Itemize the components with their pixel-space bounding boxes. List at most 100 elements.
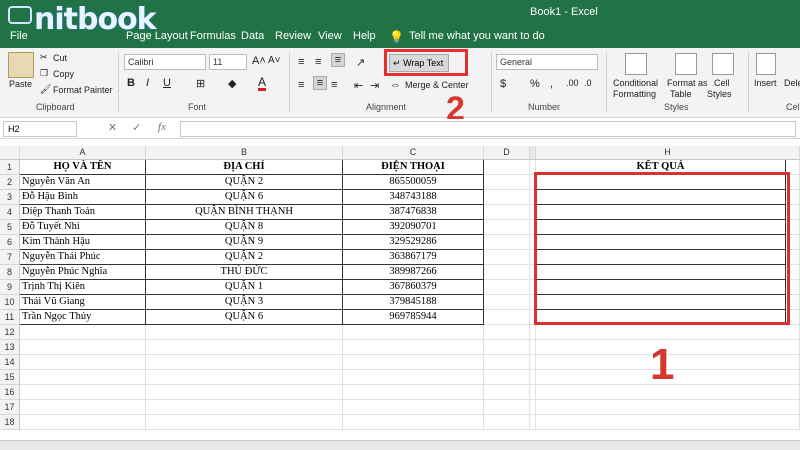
row-header[interactable]: 15	[0, 370, 20, 385]
row-header[interactable]: 12	[0, 325, 20, 340]
enter-icon[interactable]: ✓	[132, 121, 141, 134]
cell-dien-thoai[interactable]: 865500059	[343, 175, 484, 190]
delete-cells-button[interactable]: Dele	[784, 78, 800, 88]
cell-ho-ten[interactable]: Trần Ngọc Thủy	[20, 310, 146, 325]
cell-styles-icon[interactable]	[712, 53, 734, 75]
column-header-d[interactable]: D	[484, 146, 530, 160]
row-header[interactable]: 3	[0, 190, 20, 205]
row-header[interactable]: 9	[0, 280, 20, 295]
header-dia-chi[interactable]: ĐỊA CHỈ	[146, 160, 343, 175]
empty-cell[interactable]	[484, 280, 530, 295]
column-header-c[interactable]: C	[343, 146, 484, 160]
column-header-h[interactable]: H	[536, 146, 800, 160]
empty-cell[interactable]	[484, 235, 530, 250]
number-format-select[interactable]: General	[496, 54, 598, 70]
cell-styles-label[interactable]: Cell	[714, 78, 730, 88]
empty-cell[interactable]	[536, 400, 800, 415]
empty-cell[interactable]	[484, 175, 530, 190]
align-bottom-icon[interactable]: ≡	[331, 53, 345, 67]
conditional-formatting-label2[interactable]: Formatting	[613, 89, 656, 99]
empty-cell[interactable]	[484, 220, 530, 235]
empty-cell[interactable]	[146, 400, 343, 415]
empty-cell[interactable]	[536, 415, 800, 430]
insert-function-icon[interactable]: fx	[158, 121, 166, 133]
cell-ho-ten[interactable]: Nguyễn Văn An	[20, 175, 146, 190]
empty-cell[interactable]	[343, 415, 484, 430]
header-dien-thoai[interactable]: ĐIỆN THOẠI	[343, 160, 484, 175]
row-header[interactable]: 1	[0, 160, 20, 175]
format-painter-icon[interactable]: 🖌	[40, 84, 51, 95]
shrink-font-icon[interactable]: A˅	[268, 55, 281, 66]
copy-button[interactable]: Copy	[53, 69, 74, 79]
currency-icon[interactable]: $	[500, 78, 506, 90]
empty-cell[interactable]	[146, 370, 343, 385]
empty-cell[interactable]	[146, 415, 343, 430]
row-header[interactable]: 13	[0, 340, 20, 355]
grow-font-icon[interactable]: A˄	[252, 55, 266, 67]
empty-cell[interactable]	[484, 250, 530, 265]
empty-cell[interactable]	[146, 385, 343, 400]
empty-cell[interactable]	[484, 205, 530, 220]
empty-cell[interactable]	[343, 370, 484, 385]
cell-dia-chi[interactable]: QUẬN BÌNH THẠNH	[146, 205, 343, 220]
empty-cell[interactable]	[146, 340, 343, 355]
row-header[interactable]: 8	[0, 265, 20, 280]
cell-dia-chi[interactable]: QUẬN 2	[146, 175, 343, 190]
cell-dien-thoai[interactable]: 969785944	[343, 310, 484, 325]
cell-dien-thoai[interactable]: 392090701	[343, 220, 484, 235]
insert-cells-icon[interactable]	[756, 53, 776, 75]
empty-cell[interactable]	[484, 190, 530, 205]
conditional-formatting-label[interactable]: Conditional	[613, 78, 658, 88]
tell-me-search[interactable]: Tell me what you want to do	[409, 30, 545, 42]
empty-cell[interactable]	[536, 325, 800, 340]
column-header-a[interactable]: A	[20, 146, 146, 160]
empty-cell[interactable]	[484, 160, 530, 175]
align-center-icon[interactable]: ≡	[313, 76, 327, 90]
menu-view[interactable]: View	[318, 30, 342, 42]
row-header[interactable]: 4	[0, 205, 20, 220]
row-header[interactable]: 16	[0, 385, 20, 400]
merge-center-icon[interactable]: ⇔	[390, 79, 401, 91]
empty-cell[interactable]	[343, 340, 484, 355]
format-as-table-label[interactable]: Format as	[667, 78, 708, 88]
menu-review[interactable]: Review	[275, 30, 311, 42]
cell-ho-ten[interactable]: Nguyễn Thái Phúc	[20, 250, 146, 265]
empty-cell[interactable]	[146, 355, 343, 370]
cell-dia-chi[interactable]: QUẬN 1	[146, 280, 343, 295]
empty-cell[interactable]	[343, 355, 484, 370]
decrease-indent-icon[interactable]: ⇤	[354, 79, 363, 92]
paste-button[interactable]: Paste	[9, 79, 32, 89]
conditional-formatting-icon[interactable]	[625, 53, 647, 75]
cell-dia-chi[interactable]: QUẬN 8	[146, 220, 343, 235]
underline-icon[interactable]: U	[163, 77, 171, 89]
empty-cell[interactable]	[20, 400, 146, 415]
insert-cells-button[interactable]: Insert	[754, 78, 777, 88]
empty-cell[interactable]	[20, 415, 146, 430]
menu-formulas[interactable]: Formulas	[190, 30, 236, 42]
cell-ho-ten[interactable]: Thái Vũ Giang	[20, 295, 146, 310]
cell-dia-chi[interactable]: QUẬN 3	[146, 295, 343, 310]
paste-icon[interactable]	[8, 52, 34, 78]
cell-dien-thoai[interactable]: 379845188	[343, 295, 484, 310]
empty-cell[interactable]	[343, 400, 484, 415]
row-header[interactable]: 6	[0, 235, 20, 250]
cell-dien-thoai[interactable]: 367860379	[343, 280, 484, 295]
row-header[interactable]: 5	[0, 220, 20, 235]
cell-dien-thoai[interactable]: 389987266	[343, 265, 484, 280]
row-header[interactable]: 11	[0, 310, 20, 325]
align-middle-icon[interactable]: ≡	[315, 56, 321, 68]
bold-icon[interactable]: B	[127, 77, 135, 89]
cell-styles-label2[interactable]: Styles	[707, 89, 732, 99]
select-all-corner[interactable]	[0, 146, 20, 160]
empty-cell[interactable]	[20, 385, 146, 400]
empty-cell[interactable]	[484, 340, 530, 355]
row-header[interactable]: 7	[0, 250, 20, 265]
empty-cell[interactable]	[20, 355, 146, 370]
cell-dia-chi[interactable]: THỦ ĐỨC	[146, 265, 343, 280]
cell-dia-chi[interactable]: QUẬN 9	[146, 235, 343, 250]
percent-icon[interactable]: %	[530, 78, 540, 90]
cell-ho-ten[interactable]: Diệp Thanh Toản	[20, 205, 146, 220]
cell-dien-thoai[interactable]: 363867179	[343, 250, 484, 265]
horizontal-scrollbar[interactable]	[0, 440, 800, 450]
borders-icon[interactable]: ⊞	[196, 77, 205, 90]
